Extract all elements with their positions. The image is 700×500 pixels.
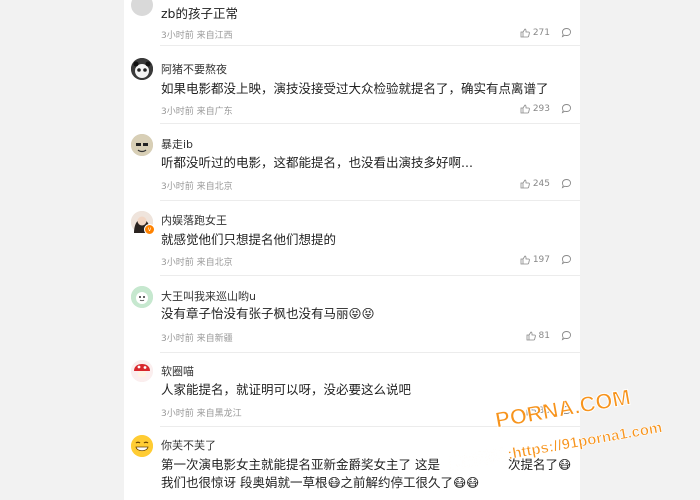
- grin-emoji-avatar-icon: [131, 435, 153, 457]
- mushroom-avatar-icon: [131, 360, 153, 382]
- comment-feed: zb的孩子正常 3小时前 来自江西 271 阿猪不要熬夜 如果电影都没上映，演技…: [124, 0, 580, 500]
- cartoon-avatar-icon: [131, 286, 153, 308]
- thumbs-up-icon: [526, 331, 536, 341]
- like-button[interactable]: 197: [520, 255, 550, 265]
- username[interactable]: 阿猪不要熬夜: [161, 61, 227, 77]
- comment-text: 听都没听过的电影，这都能提名，也没看出演技多好啊...: [161, 155, 473, 170]
- face-avatar-icon: [131, 134, 153, 156]
- comment-item: v 内娱落跑女王 就感觉他们只想提名他们想提的 3小时前 来自北京 197: [124, 201, 580, 276]
- like-count: 271: [532, 28, 550, 38]
- username[interactable]: 你芙不芙了: [161, 437, 216, 453]
- comment-meta: 3小时前 来自江西: [161, 31, 233, 41]
- comment-text: 就感觉他们只想提名他们想提的: [161, 232, 337, 247]
- avatar[interactable]: v: [131, 211, 155, 235]
- like-count: 293: [532, 104, 550, 114]
- avatar[interactable]: [131, 360, 153, 382]
- comment-item: 暴走ib 听都没听过的电影，这都能提名，也没看出演技多好啊... 3小时前 来自…: [124, 124, 580, 201]
- thumbs-up-icon: [520, 104, 530, 114]
- username[interactable]: 软圈喵: [161, 363, 194, 379]
- reply-icon[interactable]: [561, 103, 572, 114]
- avatar[interactable]: [131, 435, 153, 457]
- panda-avatar-icon: [131, 58, 153, 80]
- username[interactable]: 内娱落跑女王: [161, 212, 227, 228]
- comment-item: 软圈喵 人家能提名，就证明可以呀，没必要这么说吧 3小时前 来自黑龙江 38: [124, 353, 580, 427]
- comment-meta: 3小时前 来自黑龙江: [161, 409, 242, 419]
- thumbs-up-icon: [520, 255, 530, 265]
- verified-badge-icon: v: [144, 224, 155, 235]
- like-button[interactable]: 293: [520, 104, 550, 114]
- reply-icon[interactable]: [561, 405, 572, 416]
- comment-text: 如果电影都没上映，演技没接受过大众检验就提名了，确实有点离谱了: [161, 81, 549, 96]
- comment-text: 没有章子怡没有张子枫也没有马丽😝😝: [161, 306, 375, 321]
- avatar[interactable]: [131, 134, 153, 156]
- thumbs-up-icon: [526, 406, 536, 416]
- like-button[interactable]: 271: [520, 28, 550, 38]
- reply-icon[interactable]: [561, 330, 572, 341]
- like-button[interactable]: 38: [526, 406, 550, 416]
- comment-meta: 3小时前 来自北京: [161, 182, 233, 192]
- comment-text: 人家能提名，就证明可以呀，没必要这么说吧: [161, 382, 412, 397]
- reply-icon[interactable]: [561, 27, 572, 38]
- thumbs-up-icon: [520, 28, 530, 38]
- comment-text-line2: 我们也很惊讶 段奥娟就一草根😷之前解约停工很久了😷😷: [161, 475, 480, 490]
- comment-item: 阿猪不要熬夜 如果电影都没上映，演技没接受过大众检验就提名了，确实有点离谱了 3…: [124, 46, 580, 124]
- comment-meta: 3小时前 来自新疆: [161, 334, 233, 344]
- like-count: 81: [538, 331, 550, 341]
- comment-text: 第一次演电影女主就能提名亚新金爵奖女主了 这是 次提名了😷: [161, 457, 572, 472]
- comment-item: zb的孩子正常 3小时前 来自江西 271: [124, 0, 580, 46]
- thumbs-up-icon: [520, 179, 530, 189]
- like-count: 38: [538, 406, 550, 416]
- avatar[interactable]: [131, 0, 153, 16]
- comment-meta: 3小时前 来自北京: [161, 258, 233, 268]
- comment-item: 你芙不芙了 第一次演电影女主就能提名亚新金爵奖女主了 这是 次提名了😷 我们也很惊…: [124, 427, 580, 500]
- like-button[interactable]: 245: [520, 179, 550, 189]
- comment-text: zb的孩子正常: [161, 6, 238, 21]
- like-count: 245: [532, 179, 550, 189]
- username[interactable]: 大王叫我来巡山哟u: [161, 288, 256, 304]
- reply-icon[interactable]: [561, 178, 572, 189]
- avatar[interactable]: [131, 286, 153, 308]
- reply-icon[interactable]: [561, 254, 572, 265]
- like-count: 197: [532, 255, 550, 265]
- avatar[interactable]: [131, 58, 153, 80]
- comment-item: 大王叫我来巡山哟u 没有章子怡没有张子枫也没有马丽😝😝 3小时前 来自新疆 81: [124, 276, 580, 353]
- username[interactable]: 暴走ib: [161, 136, 193, 152]
- comment-meta: 3小时前 来自广东: [161, 107, 233, 117]
- like-button[interactable]: 81: [526, 331, 550, 341]
